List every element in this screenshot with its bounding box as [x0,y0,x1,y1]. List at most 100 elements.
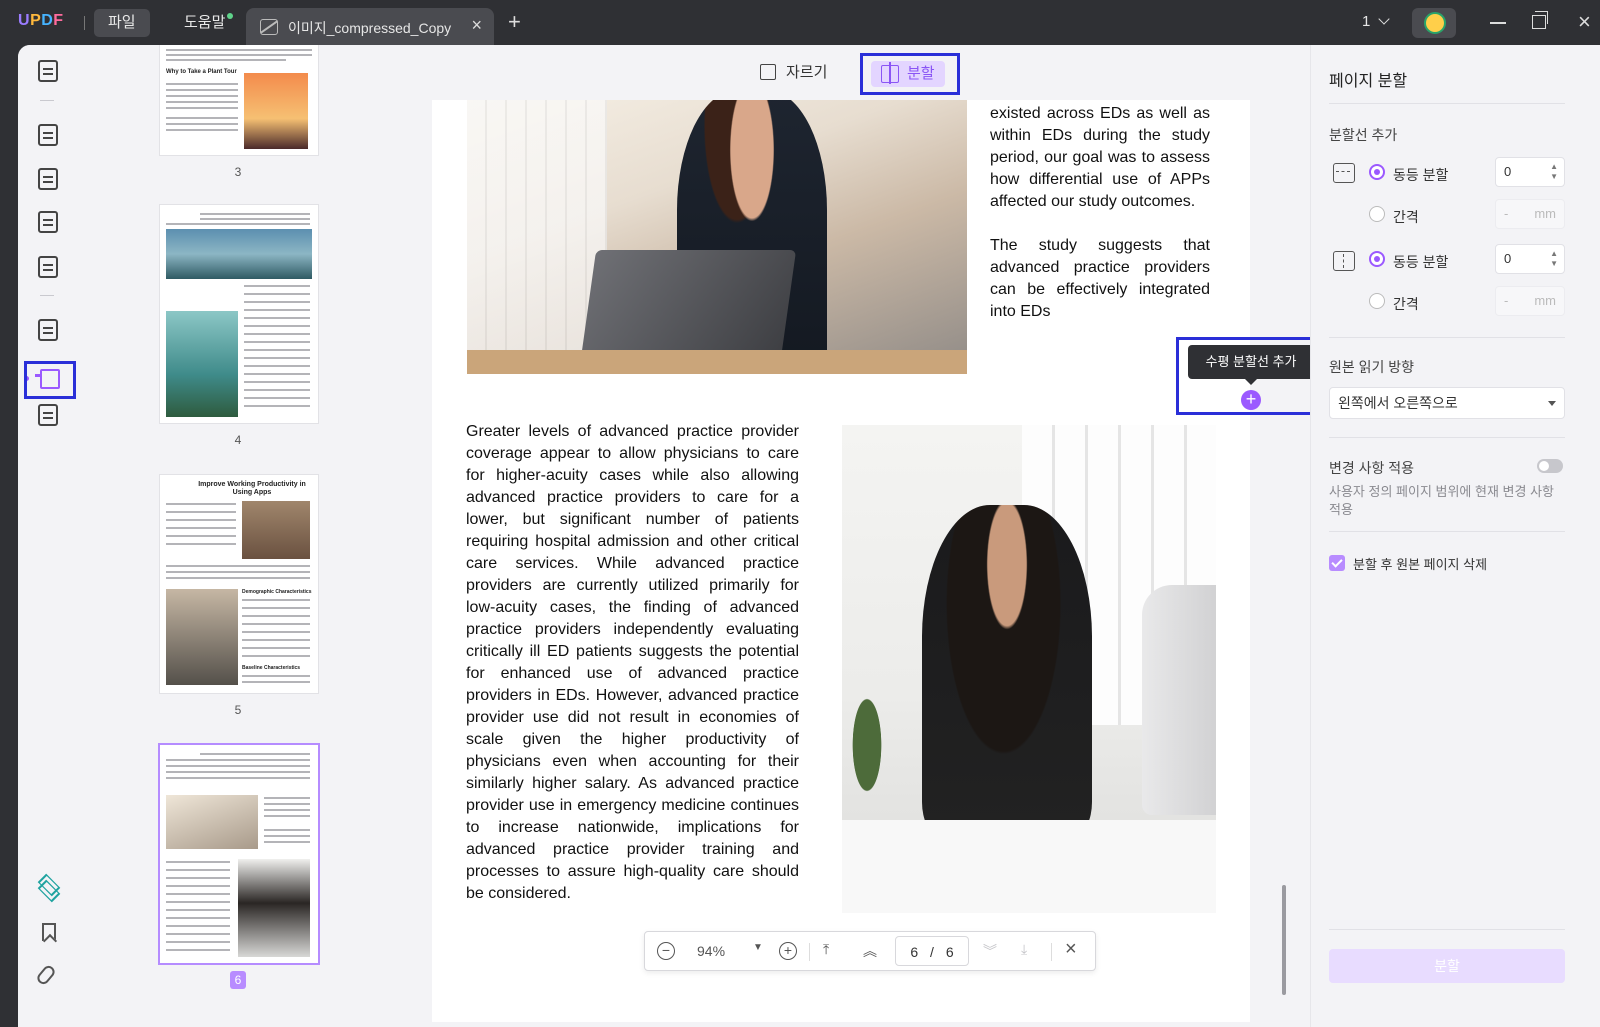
current-page: 6 [910,944,919,960]
split-settings-panel: 페이지 분할 분할선 추가 동등 분할 0 ▲ ▼ 간격 - mm 동등 분할 0 ▲ ▼… [1310,45,1600,1027]
reading-direction-select[interactable]: 왼쪽에서 오른쪽으로 [1329,387,1565,419]
zoom-dropdown-icon[interactable]: ▼ [753,942,763,953]
tooltip: 수평 분할선 추가 [1188,345,1314,385]
horizontal-interval-radio[interactable] [1369,206,1385,222]
photo-woman-laughing-laptop [467,100,967,374]
panel-divider [1329,531,1565,532]
apply-changes-description: 사용자 정의 페이지 범위에 현재 변경 사항 적용 [1329,484,1554,517]
page-tools-icon[interactable] [34,401,62,429]
vertical-split-icon [1333,251,1355,271]
thumbnail-image [238,859,310,957]
thumbnail-subheading: Demographic Characteristics [242,589,312,595]
main-window: Why to Take a Plant Tour 3 4 Improve Wor… [18,45,1600,1027]
comment-icon[interactable] [34,121,62,149]
thumbnail-page-number: 3 [234,165,242,179]
vertical-equal-radio[interactable] [1369,251,1385,267]
apply-changes-label: 변경 사항 적용 [1329,460,1415,476]
window-count-dropdown[interactable]: 1 [1362,13,1391,30]
horizontal-equal-label: 동등 분할 [1393,167,1449,183]
thumbnail-page-5[interactable]: Improve Working Productivity in Using Ap… [160,475,318,693]
attachment-icon[interactable] [34,963,58,987]
close-tab-icon[interactable]: × [471,15,482,36]
crop-icon [760,64,776,80]
vertical-equal-count-input[interactable]: 0 ▲ ▼ [1495,244,1565,274]
fill-sign-icon[interactable] [34,253,62,281]
panel-divider [1329,103,1565,104]
page-number-input[interactable]: 6 / 6 [895,936,969,966]
next-page-icon[interactable]: ︾ [983,941,997,961]
input-value: 0 [1504,164,1512,179]
delete-original-checkbox[interactable] [1329,555,1345,571]
left-toolbar [18,45,78,1027]
crop-label: 자르기 [786,64,828,81]
crop-button[interactable]: 자르기 [760,61,827,82]
zoom-out-icon[interactable]: − [657,942,675,960]
new-tab-icon[interactable]: + [508,9,521,35]
vertical-interval-input[interactable]: - mm [1495,286,1565,316]
page-navigation-bar: − 94% ▼ + ⤒ ︽ 6 / 6 ︾ ⤓ × [644,931,1096,971]
add-divider-label: 분할선 추가 [1329,127,1398,143]
user-account-button[interactable] [1412,8,1456,38]
thumbnail-page-number-selected: 6 [230,971,246,989]
stepper-icon[interactable]: ▲ ▼ [1550,249,1558,269]
vertical-scrollbar[interactable] [1282,885,1286,995]
thumbnail-page-6[interactable] [160,745,318,963]
paragraph: The study suggests that advanced practic… [990,237,1210,320]
form-icon[interactable] [34,208,62,236]
window-count: 1 [1362,13,1371,30]
paragraph: Greater levels of advanced practice prov… [466,423,799,902]
selected-option: 왼쪽에서 오른쪽으로 [1338,395,1458,411]
zoom-level[interactable]: 94% [697,943,725,959]
add-horizontal-divider-button[interactable]: + [1241,390,1261,410]
toolbar-divider [40,100,54,101]
thumbnail-page-3[interactable]: Why to Take a Plant Tour [160,45,318,155]
split-icon [881,62,899,84]
paragraph: existed across EDs as well as within EDs… [990,105,1210,210]
vertical-interval-radio[interactable] [1369,293,1385,309]
last-page-icon[interactable]: ⤓ [1021,941,1027,958]
first-page-icon[interactable]: ⤒ [823,941,829,958]
tab-title: 이미지_compressed_Copy [288,20,452,36]
pdf-page[interactable]: existed across EDs as well as within EDs… [432,100,1250,1022]
thumbnail-image [166,311,238,417]
reader-mode-icon[interactable] [34,57,62,85]
close-navbar-icon[interactable]: × [1065,938,1077,961]
page-separator: / [930,944,934,960]
horizontal-split-icon [1333,163,1355,183]
apply-changes-toggle[interactable] [1537,459,1563,473]
minimize-icon[interactable] [1490,22,1506,24]
edit-pdf-icon[interactable] [34,165,62,193]
layers-icon[interactable] [36,875,60,899]
zoom-in-icon[interactable]: + [779,942,797,960]
split-label: 분할 [907,65,935,82]
split-subtoolbar: 자르기 분할 [408,45,1308,97]
organize-pages-icon[interactable] [34,316,62,344]
vertical-equal-label: 동등 분할 [1393,254,1449,270]
horizontal-interval-input[interactable]: - mm [1495,199,1565,229]
unit-label: mm [1534,293,1556,308]
input-value: 0 [1504,251,1512,266]
avatar [1424,12,1446,34]
close-window-icon[interactable]: × [1578,9,1591,35]
restore-icon[interactable] [1532,11,1548,29]
previous-page-icon[interactable]: ︽ [863,941,877,961]
horizontal-equal-count-input[interactable]: 0 ▲ ▼ [1495,157,1565,187]
stepper-icon[interactable]: ▲ ▼ [1550,162,1558,182]
thumbnail-heading: Improve Working Productivity in Using Ap… [198,481,306,496]
right-column-text: existed across EDs as well as within EDs… [990,103,1210,345]
thumbnail-panel: Why to Take a Plant Tour 3 4 Improve Wor… [80,45,408,1027]
thumbnail-page-number: 5 [234,703,242,717]
crop-tool-button[interactable] [24,361,76,399]
horizontal-equal-radio[interactable] [1369,164,1385,180]
split-action-button[interactable]: 분할 [1329,949,1565,983]
document-tab[interactable]: 이미지_compressed_Copy × [246,8,494,46]
bookmark-icon[interactable] [42,923,56,941]
panel-divider [1329,929,1565,930]
menu-help[interactable]: 도움말 [170,9,239,37]
thumbnail-page-4[interactable] [160,205,318,423]
document-area: 자르기 분할 existed across EDs as well as wit… [408,45,1320,1027]
total-pages: 6 [945,944,954,960]
menu-file[interactable]: 파일 [94,9,150,37]
thumbnail-page-number: 4 [234,433,242,447]
split-button[interactable]: 분할 [871,61,945,87]
